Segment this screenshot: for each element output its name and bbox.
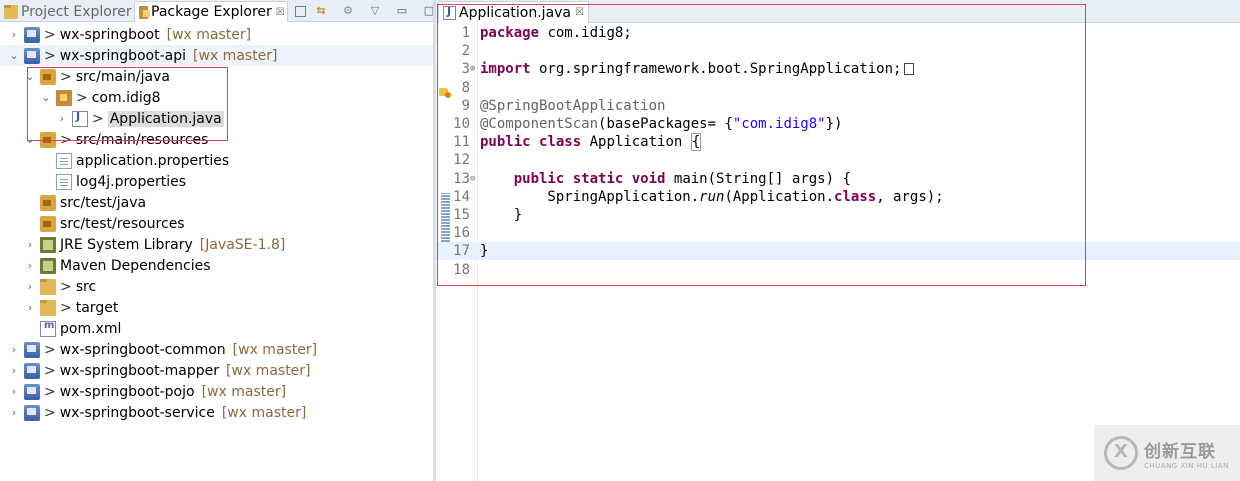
chevron-right-icon[interactable]: › bbox=[8, 28, 20, 41]
tree-item-label: Maven Dependencies bbox=[60, 257, 211, 274]
git-outgoing-marker: > bbox=[60, 278, 72, 295]
tree-item-label: wx-springboot-mapper bbox=[59, 362, 220, 379]
chevron-down-icon[interactable]: ⌄ bbox=[8, 49, 20, 62]
chevron-right-icon[interactable]: › bbox=[24, 280, 36, 293]
project-icon bbox=[24, 404, 40, 421]
tree-item[interactable]: › > src bbox=[0, 276, 433, 297]
git-outgoing-marker: > bbox=[44, 404, 56, 421]
tree-item-label: application.properties bbox=[76, 152, 230, 169]
git-outgoing-marker: > bbox=[44, 362, 56, 379]
package-explorer-view: Project Explorer Package Explorer ☒ ⇆ ⚙ … bbox=[0, 0, 434, 481]
git-outgoing-marker: > bbox=[44, 341, 56, 358]
tree-item-label: src/test/java bbox=[60, 194, 147, 211]
tree-item[interactable]: › > target bbox=[0, 297, 433, 318]
project-explorer-icon bbox=[4, 4, 18, 19]
minimize-icon[interactable]: ▭ bbox=[394, 3, 410, 19]
tree-item-label: log4j.properties bbox=[76, 173, 187, 190]
project-icon bbox=[24, 341, 40, 358]
library-icon bbox=[40, 236, 56, 253]
tab-package-explorer[interactable]: Package Explorer ☒ bbox=[134, 1, 288, 22]
tree-item[interactable]: src/test/resources bbox=[0, 213, 433, 234]
tree-item-label: wx-springboot-service bbox=[59, 404, 215, 421]
git-branch-label: [JavaSE-1.8] bbox=[199, 236, 286, 253]
chevron-right-icon[interactable]: › bbox=[24, 238, 36, 251]
xml-file-icon bbox=[40, 320, 56, 337]
tree-item[interactable]: › > wx-springboot-mapper [wx master] bbox=[0, 360, 433, 381]
git-branch-label: [wx master] bbox=[232, 341, 318, 358]
filter-icon[interactable]: ⚙ bbox=[340, 3, 356, 19]
folder-icon bbox=[40, 278, 56, 295]
tree-item-label: pom.xml bbox=[60, 320, 122, 337]
source-folder-icon bbox=[40, 215, 56, 232]
source-folder-icon bbox=[40, 194, 56, 211]
tree-item[interactable]: › JRE System Library [JavaSE-1.8] bbox=[0, 234, 433, 255]
close-icon[interactable]: ☒ bbox=[276, 7, 285, 18]
watermark: 创新互联 CHUANG XIN HU LIAN bbox=[1094, 425, 1240, 481]
git-outgoing-marker: > bbox=[44, 383, 56, 400]
tree-item[interactable]: › > wx-springboot-common [wx master] bbox=[0, 339, 433, 360]
git-branch-label: [wx master] bbox=[221, 404, 307, 421]
tree-item-label: src/test/resources bbox=[60, 215, 185, 232]
tab-project-explorer[interactable]: Project Explorer bbox=[0, 1, 132, 22]
project-icon bbox=[24, 47, 40, 64]
package-explorer-icon bbox=[139, 5, 150, 19]
git-branch-label: [wx master] bbox=[166, 26, 252, 43]
watermark-text: 创新互联 CHUANG XIN HU LIAN bbox=[1144, 437, 1229, 470]
properties-file-icon bbox=[56, 152, 72, 169]
tree-item[interactable]: log4j.properties bbox=[0, 171, 433, 192]
tree-item[interactable]: src/test/java bbox=[0, 192, 433, 213]
tree-item-label: wx-springboot bbox=[59, 26, 160, 43]
highlight-box bbox=[437, 4, 1086, 286]
git-outgoing-marker: > bbox=[44, 26, 56, 43]
tree-item[interactable]: ⌄ > wx-springboot-api [wx master] bbox=[0, 45, 433, 66]
project-icon bbox=[24, 383, 40, 400]
chevron-right-icon[interactable]: › bbox=[8, 364, 20, 377]
git-branch-label: [wx master] bbox=[193, 47, 278, 64]
git-outgoing-marker: > bbox=[44, 47, 56, 64]
project-icon bbox=[24, 362, 40, 379]
folder-icon bbox=[40, 299, 56, 316]
chevron-right-icon[interactable]: › bbox=[8, 343, 20, 356]
watermark-cn: 创新互联 bbox=[1144, 441, 1216, 462]
chevron-right-icon[interactable]: › bbox=[8, 385, 20, 398]
view-toolbar: ⇆ ⚙ ▽ ▭ □ bbox=[295, 2, 448, 20]
chevron-right-icon[interactable]: › bbox=[8, 406, 20, 419]
view-menu-chevron-down-icon[interactable]: ▽ bbox=[367, 3, 383, 19]
highlight-box bbox=[27, 67, 228, 141]
tree-item-label: src bbox=[75, 278, 97, 295]
library-icon bbox=[40, 257, 56, 274]
watermark-en: CHUANG XIN HU LIAN bbox=[1144, 461, 1229, 470]
tree-item-label: wx-springboot-pojo bbox=[59, 383, 195, 400]
chevron-right-icon[interactable]: › bbox=[24, 301, 36, 314]
tree-item[interactable]: › > wx-springboot-pojo [wx master] bbox=[0, 381, 433, 402]
git-branch-label: [wx master] bbox=[226, 362, 311, 379]
tree-item[interactable]: › Maven Dependencies bbox=[0, 255, 433, 276]
chevron-right-icon[interactable]: › bbox=[24, 259, 36, 272]
tree-item[interactable]: application.properties bbox=[0, 150, 433, 171]
project-icon bbox=[24, 26, 40, 43]
collapse-all-icon[interactable] bbox=[295, 5, 306, 17]
tree-item[interactable]: › > wx-springboot [wx master] bbox=[0, 24, 433, 45]
git-outgoing-marker: > bbox=[60, 299, 72, 316]
logo-icon bbox=[1104, 436, 1138, 470]
tab-label: Project Explorer bbox=[21, 3, 132, 20]
view-tab-bar: Project Explorer Package Explorer ☒ ⇆ ⚙ … bbox=[0, 0, 434, 22]
git-branch-label: [wx master] bbox=[201, 383, 287, 400]
properties-file-icon bbox=[56, 173, 72, 190]
tree-item-label: wx-springboot-api bbox=[59, 47, 187, 64]
tree-item-label: wx-springboot-common bbox=[59, 341, 226, 358]
tree-item[interactable]: › > wx-springboot-service [wx master] bbox=[0, 402, 433, 423]
tree-item-label: JRE System Library bbox=[60, 236, 193, 253]
link-with-editor-icon[interactable]: ⇆ bbox=[313, 3, 329, 19]
tree-item-label: target bbox=[75, 299, 119, 316]
tab-label: Package Explorer bbox=[151, 4, 272, 20]
tree-item[interactable]: pom.xml bbox=[0, 318, 433, 339]
